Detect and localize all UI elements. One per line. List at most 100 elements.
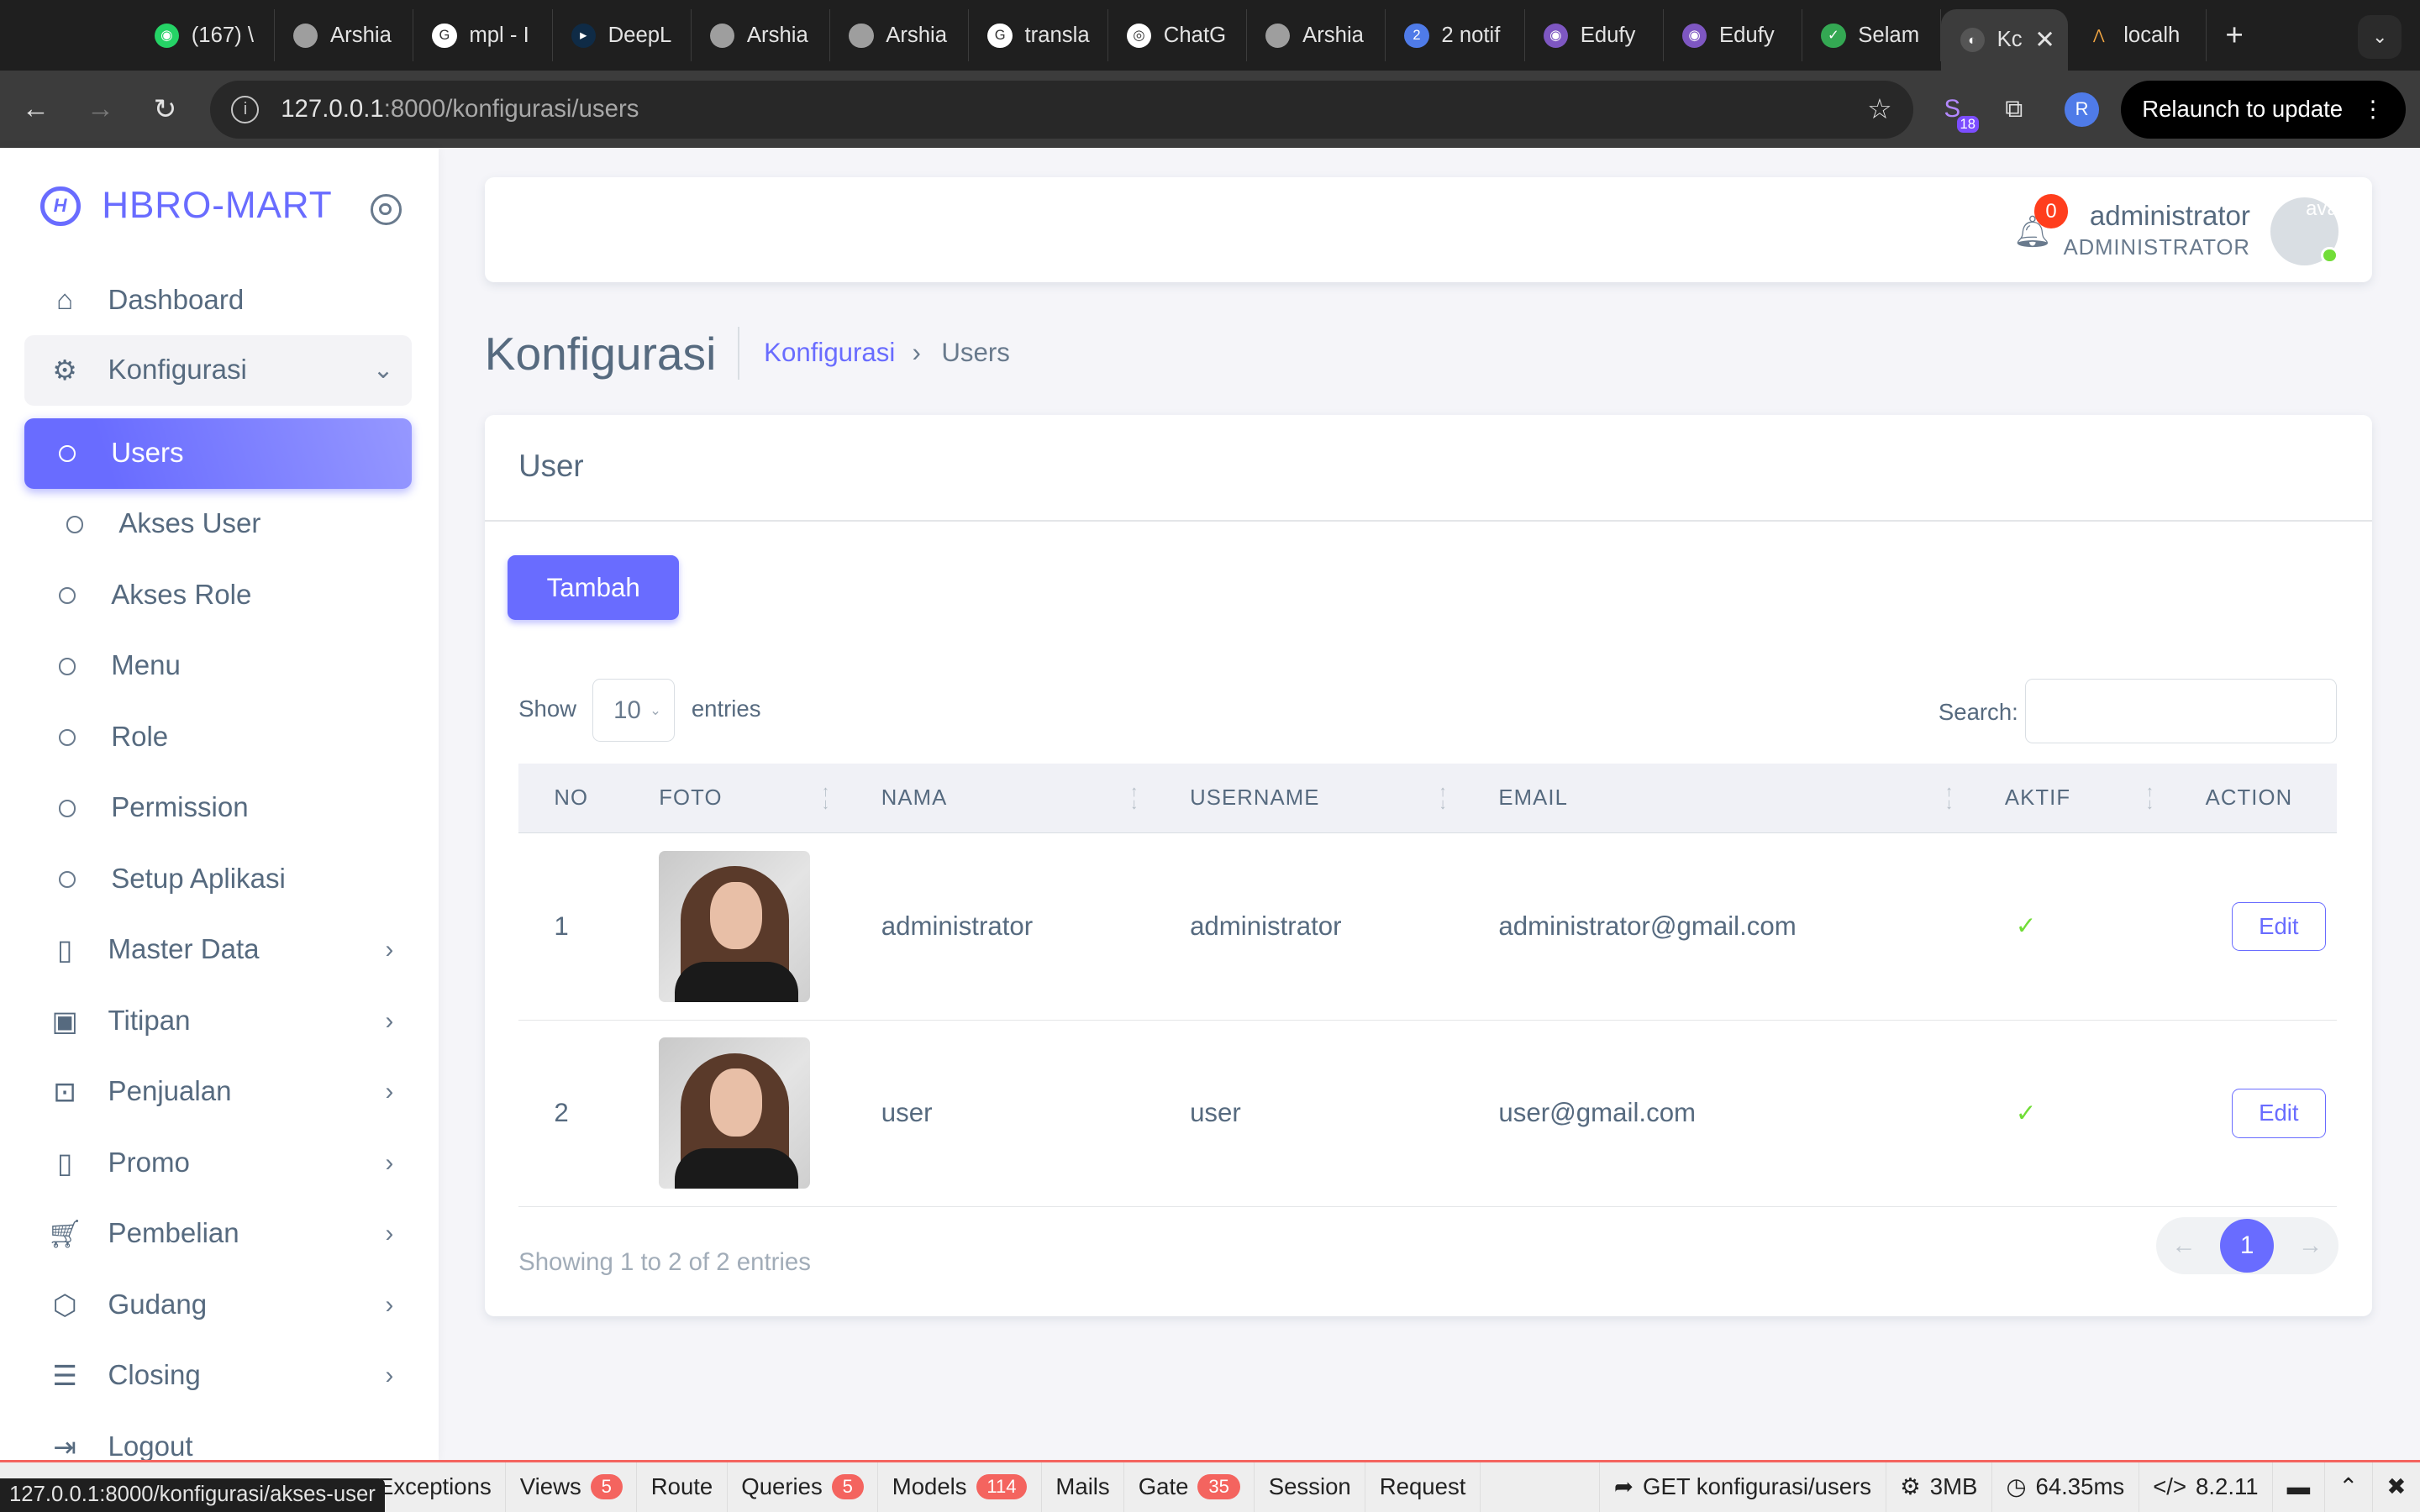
browser-tab[interactable]: ⋀ localh bbox=[2068, 9, 2207, 62]
breadcrumb-separator: › bbox=[912, 338, 921, 368]
cart-icon: 🛒︎ bbox=[47, 1218, 83, 1250]
bookmark-star-icon[interactable]: ☆ bbox=[1867, 92, 1892, 126]
brand[interactable]: H HBRO-MART bbox=[39, 185, 333, 227]
browser-tab-active[interactable]: ◐ Kc ✕ bbox=[1941, 9, 2069, 71]
reload-button[interactable]: ↻ bbox=[136, 81, 195, 139]
add-user-button[interactable]: Tambah bbox=[508, 555, 680, 621]
chevron-right-icon: › bbox=[385, 1148, 394, 1177]
prev-page-button[interactable]: ← bbox=[2171, 1231, 2196, 1260]
extensions-puzzle-icon[interactable]: ⧉ bbox=[1991, 87, 2037, 133]
browser-tab[interactable]: Arshia bbox=[692, 9, 831, 62]
sidebar-item-closing[interactable]: ☰ Closing › bbox=[24, 1341, 412, 1411]
sidebar-item-pembelian[interactable]: 🛒︎ Pembelian › bbox=[24, 1199, 412, 1269]
browser-tab[interactable]: Arshia bbox=[275, 9, 414, 62]
browser-tab[interactable]: Arshia bbox=[830, 9, 970, 62]
folder-icon[interactable]: ▬ bbox=[2272, 1462, 2324, 1512]
column-header-aktif[interactable]: AKTIF ↑ ↓ bbox=[1970, 764, 2170, 833]
next-page-button[interactable]: → bbox=[2298, 1231, 2323, 1260]
debugbar-tab-views[interactable]: Views 5 bbox=[506, 1462, 638, 1512]
sidebar-subitem-role[interactable]: Role bbox=[24, 702, 412, 773]
sidebar-item-master-data[interactable]: ▯ Master Data › bbox=[24, 915, 412, 985]
page-title: Konfigurasi bbox=[484, 328, 717, 381]
sidebar-item-promo[interactable]: ▯ Promo › bbox=[24, 1128, 412, 1199]
notification-badge: 0 bbox=[2033, 194, 2069, 228]
sidebar-subitem-permission[interactable]: Permission bbox=[24, 773, 412, 843]
tab-search-button[interactable]: ⌄ bbox=[2358, 15, 2402, 59]
sidebar: H HBRO-MART ⌂ Dashboard ⚙ Konfigurasi ⌄ … bbox=[0, 148, 439, 1463]
debugbar-tab-models[interactable]: Models 114 bbox=[878, 1462, 1042, 1512]
kebab-menu-icon[interactable]: ⋮ bbox=[2361, 96, 2385, 123]
debugbar-tab-exceptions[interactable]: Exceptions bbox=[364, 1462, 507, 1512]
user-name[interactable]: administrator bbox=[2090, 201, 2250, 233]
sidebar-subitem-users[interactable]: Users bbox=[24, 417, 413, 490]
browser-tab[interactable]: Gmpl - I bbox=[413, 9, 553, 62]
sidebar-subitem-akses-user[interactable]: Akses User bbox=[24, 489, 412, 559]
sidebar-item-dashboard[interactable]: ⌂ Dashboard bbox=[24, 265, 412, 336]
tab-favicon-icon: ◉ bbox=[1543, 23, 1568, 48]
chevron-right-icon: › bbox=[385, 1290, 394, 1319]
book-icon: ▯ bbox=[57, 1147, 73, 1179]
breadcrumb-link[interactable]: Konfigurasi bbox=[764, 338, 895, 368]
sidebar-item-gudang[interactable]: ⬡ Gudang › bbox=[24, 1270, 412, 1341]
entries-select[interactable]: 10 ⌄ bbox=[592, 679, 675, 743]
column-header-foto[interactable]: FOTO ↑ ↓ bbox=[623, 764, 845, 833]
chevron-up-icon[interactable]: ⌃ bbox=[2323, 1462, 2372, 1512]
table-info: Showing 1 to 2 of 2 entries bbox=[518, 1247, 811, 1276]
sidebar-subitem-setup-aplikasi[interactable]: Setup Aplikasi bbox=[24, 844, 412, 915]
column-header-email[interactable]: EMAIL ↑ ↓ bbox=[1463, 764, 1969, 833]
debugbar-tab-route[interactable]: Route bbox=[637, 1462, 728, 1512]
sidebar-item-konfigurasi[interactable]: ⚙ Konfigurasi ⌄ bbox=[24, 334, 413, 407]
table-row: 1 administrator administrator administra… bbox=[518, 832, 2337, 1021]
clock-icon: ◷ bbox=[2006, 1473, 2027, 1500]
profile-avatar[interactable]: R bbox=[2065, 92, 2099, 127]
new-tab-button[interactable]: + bbox=[2225, 18, 2243, 53]
search-label: Search: bbox=[1938, 699, 2018, 725]
browser-tab[interactable]: Arshia bbox=[1247, 9, 1386, 62]
debugbar-tab-mails[interactable]: Mails bbox=[1042, 1462, 1125, 1512]
cell-username: user bbox=[1154, 1020, 1464, 1207]
sidebar-subitem-akses-role[interactable]: Akses Role bbox=[24, 560, 412, 631]
browser-tab[interactable]: ◉ Edufy bbox=[1664, 9, 1803, 62]
column-header-username[interactable]: USERNAME ↑ ↓ bbox=[1155, 764, 1463, 833]
debugbar-tab-queries[interactable]: Queries 5 bbox=[728, 1462, 879, 1512]
browser-tab[interactable]: ▸ DeepL bbox=[553, 9, 692, 62]
close-icon[interactable]: ✖ bbox=[2371, 1462, 2420, 1512]
edit-button[interactable]: Edit bbox=[2231, 901, 2326, 952]
users-table: NO FOTO ↑ ↓ NAMA ↑ ↓ USERNAME ↑ ↓ EMAIL ↑ ↓ AKTI… bbox=[518, 764, 2337, 1207]
edit-button[interactable]: Edit bbox=[2231, 1088, 2326, 1138]
relaunch-button[interactable]: Relaunch to update ⋮ bbox=[2120, 80, 2407, 139]
column-header-nama[interactable]: NAMA ↑ ↓ bbox=[846, 764, 1155, 833]
sidebar-subitem-menu[interactable]: Menu bbox=[24, 631, 412, 701]
debugbar-count-badge: 5 bbox=[590, 1474, 623, 1500]
site-info-icon[interactable]: i bbox=[231, 95, 260, 123]
close-tab-icon[interactable]: ✕ bbox=[2034, 25, 2055, 55]
sidebar-item-label: Setup Aplikasi bbox=[111, 863, 286, 895]
browser-tab[interactable]: ◉ (167) \ bbox=[136, 9, 275, 62]
sidebar-item-penjualan[interactable]: ⊡ Penjualan › bbox=[24, 1057, 412, 1127]
extension-icon[interactable]: S 18 bbox=[1929, 87, 1979, 133]
gear-icon: ⚙ bbox=[52, 354, 77, 386]
debugbar-tab-gate[interactable]: Gate 35 bbox=[1124, 1462, 1255, 1512]
sidebar-item-titipan[interactable]: ▣ Titipan › bbox=[24, 986, 412, 1057]
circle-icon bbox=[66, 516, 84, 533]
browser-tab[interactable]: 2 2 notif bbox=[1386, 9, 1525, 62]
back-button[interactable]: ← bbox=[6, 81, 65, 139]
chevron-right-icon: › bbox=[385, 1078, 394, 1106]
browser-tab[interactable]: ◎ ChatG bbox=[1108, 9, 1247, 62]
browser-tab[interactable]: ✓ Selam bbox=[1802, 9, 1942, 62]
page-button-1[interactable]: 1 bbox=[2220, 1218, 2275, 1273]
browser-tab[interactable]: Gtransla bbox=[969, 9, 1108, 62]
debugbar-tab-request[interactable]: Request bbox=[1365, 1462, 1481, 1512]
debugbar-tab-session[interactable]: Session bbox=[1255, 1462, 1366, 1512]
forward-button[interactable]: → bbox=[71, 81, 129, 139]
search-input[interactable] bbox=[2024, 679, 2337, 744]
debugbar-time: ◷ 64.35ms bbox=[1991, 1462, 2139, 1512]
brand-logo-icon: H bbox=[39, 186, 81, 227]
sidebar-toggle-icon[interactable] bbox=[370, 194, 402, 226]
chevron-right-icon: › bbox=[385, 936, 394, 964]
browser-tab[interactable]: ◉ Edufy bbox=[1525, 9, 1664, 62]
online-status-dot bbox=[2321, 246, 2338, 265]
debugbar-request[interactable]: ➦ GET konfigurasi/users bbox=[1599, 1462, 1885, 1512]
tab-label: Kc bbox=[1996, 28, 2023, 52]
address-bar[interactable]: i 127.0.0.1:8000/konfigurasi/users ☆ bbox=[209, 80, 1914, 139]
